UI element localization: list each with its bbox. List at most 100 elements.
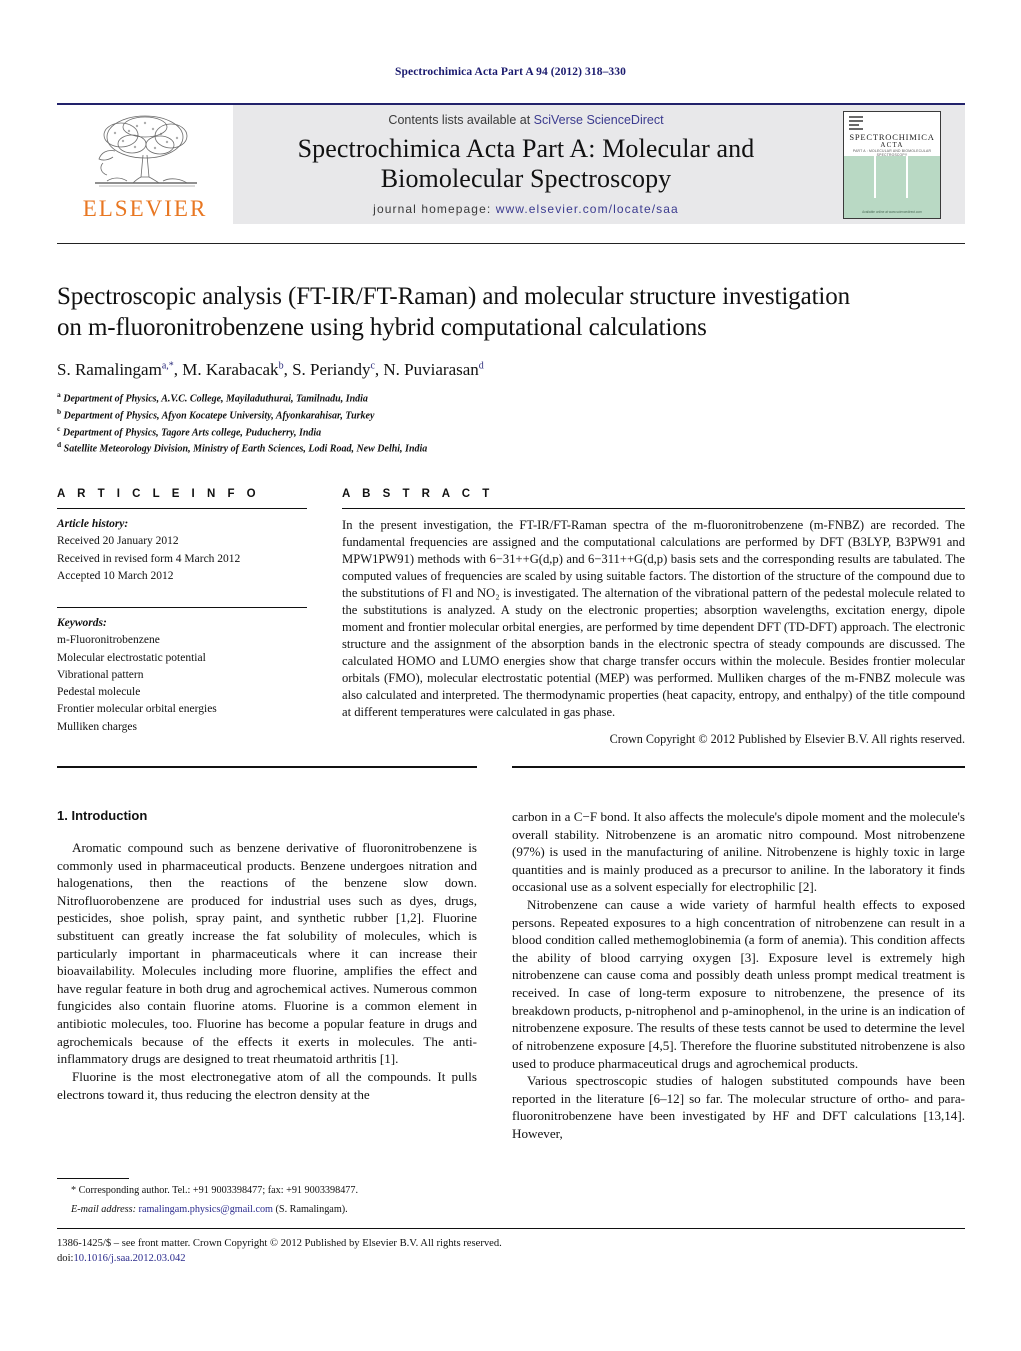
author-name: N. Puviarasan [383, 360, 479, 379]
cover-elsevier-mark-icon [849, 115, 863, 132]
section-heading-introduction: 1. Introduction [57, 808, 148, 823]
paper-title-line1: Spectroscopic analysis (FT-IR/FT-Raman) … [57, 283, 851, 310]
elsevier-tree-icon [95, 115, 197, 187]
footnote-rule [57, 1178, 129, 1179]
affiliation-mark: b [57, 406, 62, 416]
page-title: Spectroscopic analysis (FT-IR/FT-Raman) … [57, 281, 965, 343]
body-rule-right [512, 766, 965, 768]
keywords-label: Keywords: [57, 617, 107, 629]
affiliation-text: Department of Physics, Afyon Kocatepe Un… [63, 410, 375, 422]
abstract-body: In the present investigation, the FT-IR/… [342, 518, 965, 719]
cover-image: SPECTROCHIMICA ACTA PART A : MOLECULAR A… [843, 110, 941, 219]
elsevier-logo: ELSEVIER [57, 105, 233, 224]
paper-title-line2: on m-fluoronitrobenzene using hybrid com… [57, 314, 707, 341]
author-name: S. Periandy [292, 360, 371, 379]
footnote-email-line: E-mail address: ramalingam.physics@gmail… [57, 1203, 477, 1217]
author: S. Periandyc [292, 360, 375, 379]
journal-cover-thumbnail: SPECTROCHIMICA ACTA PART A : MOLECULAR A… [819, 105, 965, 224]
email-link[interactable]: ramalingam.physics@gmail.com [139, 1204, 273, 1215]
bottom-rule [57, 1228, 965, 1229]
author-affiliation-mark: a,* [161, 360, 174, 372]
affiliation-item: c Department of Physics, Tagore Arts col… [57, 424, 965, 441]
keywords-rule [57, 607, 307, 608]
author: S. Ramalingama,* [57, 360, 174, 379]
homepage-link[interactable]: www.elsevier.com/locate/saa [496, 202, 679, 216]
article-info-rule [57, 508, 307, 509]
affiliation-item: d Satellite Meteorology Division, Minist… [57, 440, 965, 457]
elsevier-wordmark: ELSEVIER [82, 196, 208, 221]
author-name: S. Ramalingam [57, 360, 162, 379]
journal-homepage-line: journal homepage: www.elsevier.com/locat… [373, 202, 679, 216]
author-name: M. Karabacak [182, 360, 279, 379]
cover-header: SPECTROCHIMICA ACTA PART A : MOLECULAR A… [844, 111, 940, 157]
author: M. Karabacakb [182, 360, 283, 379]
affiliation-text: Department of Physics, Tagore Arts colle… [62, 426, 322, 438]
column-gap [477, 766, 512, 768]
keyword-item: Pedestal molecule [57, 686, 141, 698]
title-block: Spectroscopic analysis (FT-IR/FT-Raman) … [57, 243, 965, 457]
paragraph: carbon in a C−F bond. It also affects th… [512, 809, 965, 895]
abstract-column: A B S T R A C T In the present investiga… [342, 488, 965, 747]
doi-label: doi: [57, 1253, 74, 1265]
email-suffix: (S. Ramalingam). [272, 1204, 348, 1216]
footnote-corresponding-line: * Corresponding author. Tel.: +91 900339… [71, 1185, 359, 1196]
history-item: Received 20 January 2012 [57, 535, 179, 548]
journal-title: Spectrochimica Acta Part A: Molecular an… [298, 134, 755, 193]
keyword-item: Molecular electrostatic potential [57, 651, 206, 664]
email-label: E-mail address: [71, 1204, 136, 1216]
body-column-right: carbon in a C−F bond. It also affects th… [512, 808, 965, 1143]
affiliation-text: Satellite Meteorology Division, Ministry… [63, 443, 428, 455]
article-history-group: Article history: Received 20 January 201… [57, 516, 307, 585]
paragraph: Various spectroscopic studies of halogen… [512, 1073, 965, 1141]
affiliation-item: b Department of Physics, Afyon Kocatepe … [57, 407, 965, 424]
corresponding-author-footnote: * Corresponding author. Tel.: +91 900339… [57, 1178, 477, 1218]
cover-footer-text: Available online at www.sciencedirect.co… [862, 209, 922, 214]
doi-link[interactable]: 10.1016/j.saa.2012.03.042 [73, 1253, 185, 1264]
paragraph: Nitrobenzene can cause a wide variety of… [512, 897, 965, 1071]
front-matter-line: 1386-1425/$ – see front matter. Crown Co… [57, 1238, 502, 1249]
author-list: S. Ramalingama,*, M. Karabacakb, S. Peri… [57, 360, 965, 380]
body-column-left: 1. Introduction Aromatic compound such a… [57, 808, 477, 1143]
paragraph: Aromatic compound such as benzene deriva… [57, 840, 477, 1067]
bottom-matter: 1386-1425/$ – see front matter. Crown Co… [57, 1236, 965, 1267]
article-history-label: Article history: [57, 518, 129, 530]
author-affiliation-mark: d [478, 360, 484, 372]
history-item: Accepted 10 March 2012 [57, 569, 174, 582]
abstract-copyright: Crown Copyright © 2012 Published by Else… [609, 732, 965, 746]
journal-article-page: Spectrochimica Acta Part A 94 (2012) 318… [0, 0, 1021, 1351]
contents-available-line: Contents lists available at SciVerse Sci… [388, 113, 663, 127]
affiliation-text: Department of Physics, A.V.C. College, M… [63, 393, 368, 405]
affiliation-mark: c [57, 423, 61, 433]
author: N. Puviarasand [383, 360, 483, 379]
doi-line: doi:10.1016/j.saa.2012.03.042 [57, 1251, 965, 1266]
affiliation-mark: a [57, 390, 61, 399]
cover-art [844, 155, 940, 218]
affiliation-list: a Department of Physics, A.V.C. College,… [57, 390, 965, 457]
contents-prefix: Contents lists available at [388, 113, 534, 127]
body-section-rules [57, 766, 965, 768]
keyword-item: Frontier molecular orbital energies [57, 703, 217, 716]
running-head: Spectrochimica Acta Part A 94 (2012) 318… [395, 66, 626, 78]
article-info-heading: A R T I C L E I N F O [57, 488, 261, 500]
cover-title-line2: ACTA [880, 140, 904, 149]
body-columns: 1. Introduction Aromatic compound such a… [57, 808, 965, 1143]
journal-title-line2: Biomolecular Spectroscopy [380, 163, 672, 193]
info-abstract-block: A R T I C L E I N F O Article history: R… [57, 488, 965, 747]
author-separator: , [283, 360, 293, 379]
abstract-rule [342, 508, 965, 509]
author-separator: , [173, 360, 183, 379]
paragraph: Fluorine is the most electronegative ato… [57, 1068, 477, 1102]
keyword-item: m-Fluoronitrobenzene [57, 634, 160, 647]
journal-masthead: ELSEVIER Contents lists available at Sci… [57, 103, 965, 225]
title-rule [57, 243, 965, 244]
affiliation-mark: d [57, 440, 62, 450]
journal-title-line1: Spectrochimica Acta Part A: Molecular an… [297, 134, 755, 163]
affiliation-item: a Department of Physics, A.V.C. College,… [57, 390, 965, 407]
sciencedirect-link[interactable]: SciVerse ScienceDirect [534, 113, 664, 127]
keyword-item: Mulliken charges [57, 720, 137, 733]
masthead-center: Contents lists available at SciVerse Sci… [233, 105, 819, 224]
body-rule-left [57, 766, 477, 768]
keywords-group: Keywords: m-Fluoronitrobenzene Molecular… [57, 615, 307, 736]
abstract-heading: A B S T R A C T [342, 488, 494, 500]
keyword-item: Vibrational pattern [57, 668, 144, 681]
